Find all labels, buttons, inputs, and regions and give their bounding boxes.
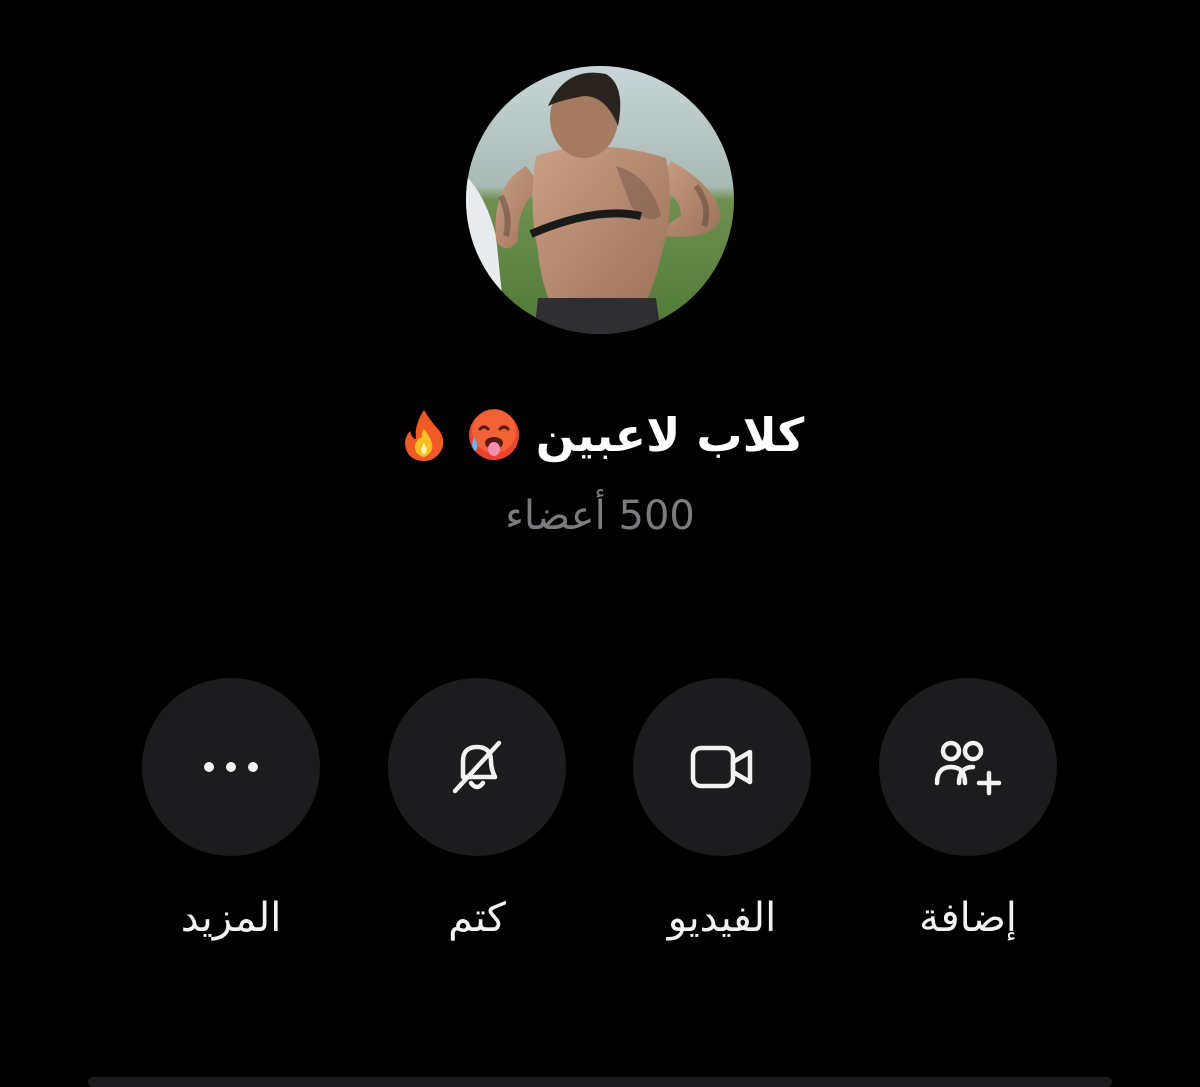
hot-face-icon (466, 407, 522, 463)
add-member-label: إضافة (919, 895, 1017, 941)
more-action[interactable]: المزيد (111, 678, 351, 968)
action-bar: إضافة الفيديو كتم المزيد (0, 678, 1200, 978)
group-name: كلاب لاعبين (535, 408, 805, 462)
add-member-action[interactable]: إضافة (848, 678, 1088, 968)
fire-icon (396, 407, 452, 463)
avatar-photo (466, 66, 734, 334)
more-button[interactable] (142, 678, 320, 856)
add-member-button[interactable] (879, 678, 1057, 856)
add-member-icon (934, 740, 1002, 796)
mute-button[interactable] (388, 678, 566, 856)
bottom-sheet-edge (88, 1077, 1112, 1087)
mute-action[interactable]: كتم (357, 678, 597, 968)
group-avatar[interactable] (466, 66, 734, 334)
mute-bell-icon (452, 740, 502, 794)
video-icon (690, 745, 753, 789)
video-label: الفيديو (667, 895, 777, 941)
more-label: المزيد (180, 895, 282, 941)
video-action[interactable]: الفيديو (602, 678, 842, 968)
group-title: كلاب لاعبين (0, 400, 1200, 470)
member-count: 500 أعضاء (505, 493, 695, 539)
mute-label: كتم (448, 895, 506, 941)
more-dots-icon (204, 762, 258, 772)
video-button[interactable] (633, 678, 811, 856)
